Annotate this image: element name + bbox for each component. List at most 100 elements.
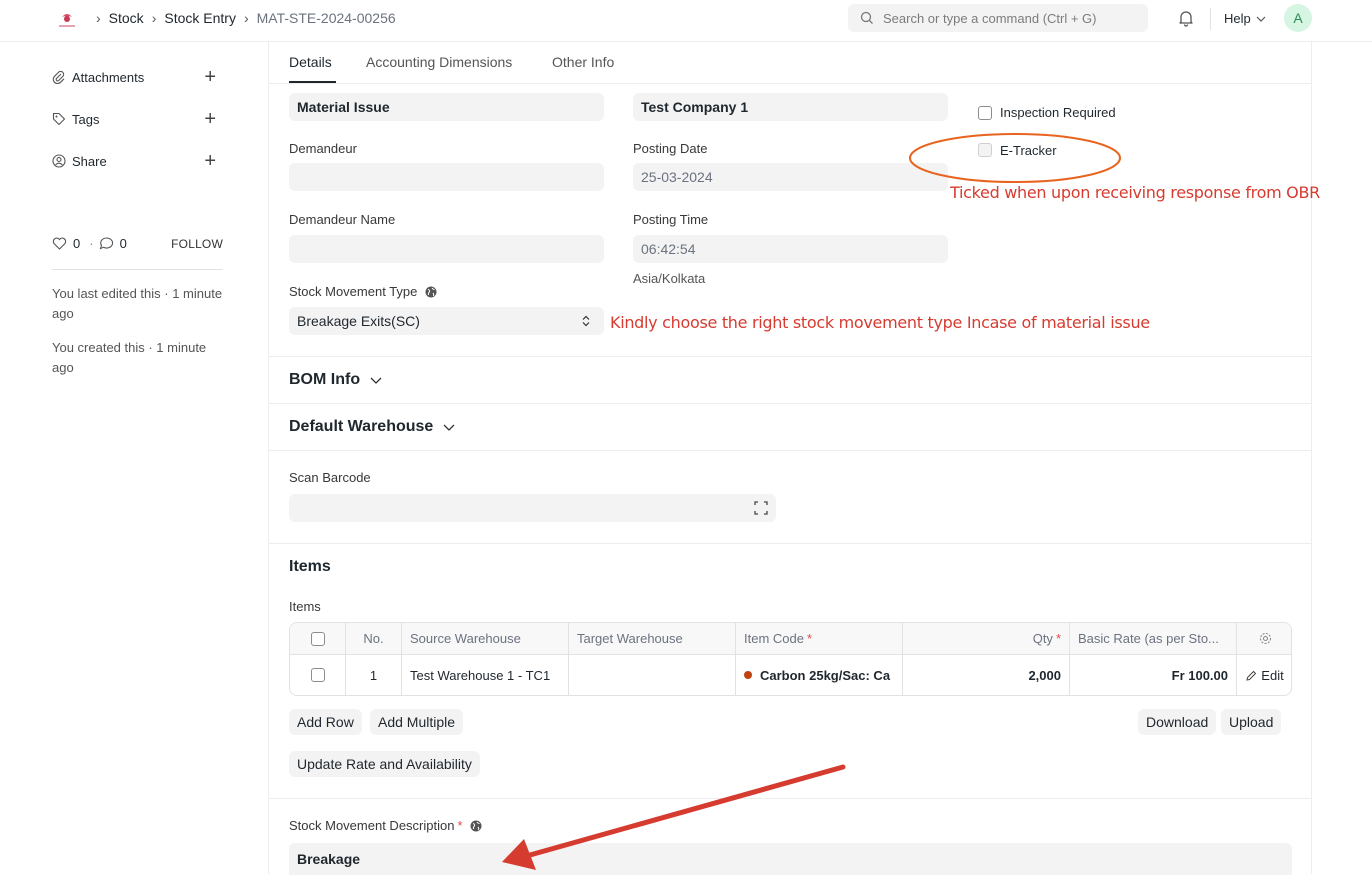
timezone-label: Asia/Kolkata [633, 271, 706, 286]
table-header: No. Source Warehouse Target Warehouse It… [290, 623, 1291, 655]
row-source-warehouse[interactable]: Test Warehouse 1 - TC1 [402, 655, 569, 695]
chevron-down-icon [443, 424, 455, 431]
section-divider [269, 356, 1312, 357]
row-item-code[interactable]: Carbon 25kg/Sac: Ca [736, 655, 903, 695]
search-icon [860, 11, 873, 24]
comment-button[interactable]: 0 [99, 236, 127, 251]
column-header-no: No. [346, 623, 402, 654]
form-sidebar: Attachments + Tags + Share + [52, 56, 224, 182]
stock-movement-type-label: Stock Movement Type [289, 284, 437, 299]
pencil-icon [1246, 670, 1257, 681]
update-rate-button[interactable]: Update Rate and Availability [289, 751, 480, 777]
items-table-label: Items [289, 599, 321, 614]
chevron-right-icon: › [243, 10, 249, 26]
help-dropdown[interactable]: Help [1224, 11, 1266, 26]
download-button[interactable]: Download [1138, 709, 1217, 735]
inspection-required-label: Inspection Required [1000, 105, 1116, 120]
column-header-source-warehouse: Source Warehouse [402, 623, 569, 654]
add-multiple-button[interactable]: Add Multiple [370, 709, 464, 735]
row-edit-button[interactable]: Edit [1237, 655, 1291, 695]
stock-movement-description-label: Stock Movement Description * [289, 818, 482, 833]
column-header-qty-text: Qty [1032, 631, 1053, 646]
search-input[interactable]: Search or type a command (Ctrl + G) [848, 4, 1148, 32]
tab-accounting-dimensions[interactable]: Accounting Dimensions [366, 54, 512, 70]
gear-icon[interactable] [1259, 632, 1272, 645]
sidebar-item-share[interactable]: Share + [52, 140, 224, 182]
like-button[interactable]: 0 [52, 236, 80, 251]
purpose-field[interactable]: Material Issue [289, 93, 604, 121]
posting-date-label: Posting Date [633, 141, 708, 156]
breadcrumb-current: MAT-STE-2024-00256 [256, 10, 396, 26]
chevron-down-icon [370, 377, 382, 384]
row-target-warehouse[interactable] [569, 655, 736, 695]
form-main: Details Accounting Dimensions Other Info… [268, 42, 1312, 875]
stock-movement-type-value: Breakage Exits(SC) [297, 313, 420, 329]
row-basic-rate[interactable]: Fr 100.00 [1070, 655, 1237, 695]
row-no: 1 [346, 655, 402, 695]
like-count: 0 [73, 236, 81, 251]
stock-movement-description-label-text: Stock Movement Description [289, 818, 455, 833]
app-logo[interactable] [56, 9, 78, 31]
paperclip-icon [52, 70, 65, 84]
row-qty[interactable]: 2,000 [903, 655, 1070, 695]
scan-icon[interactable] [754, 501, 768, 515]
plus-icon[interactable]: + [204, 67, 216, 87]
company-field[interactable]: Test Company 1 [633, 93, 948, 121]
column-header-qty: Qty * [903, 623, 1070, 654]
activity-last-edited: You last edited this · 1 minute ago [52, 286, 223, 321]
bom-info-section-header[interactable]: BOM Info [289, 371, 382, 389]
sidebar-item-label: Share [72, 153, 107, 169]
section-divider [269, 403, 1312, 404]
posting-time-field[interactable]: 06:42:54 [633, 235, 948, 263]
tab-details[interactable]: Details [289, 54, 332, 70]
navbar-divider [1210, 8, 1211, 30]
chevron-down-icon [1256, 16, 1266, 22]
section-divider [269, 450, 1312, 451]
column-settings-cell [1237, 623, 1291, 654]
column-header-basic-rate: Basic Rate (as per Sto... [1070, 623, 1237, 654]
upload-button[interactable]: Upload [1221, 709, 1282, 735]
select-all-checkbox[interactable] [310, 631, 325, 646]
column-header-item-code-text: Item Code [744, 631, 804, 646]
e-tracker-label: E-Tracker [1000, 143, 1057, 158]
e-tracker-checkbox [978, 143, 992, 157]
sidebar-item-attachments[interactable]: Attachments + [52, 56, 224, 98]
posting-date-field[interactable]: 25-03-2024 [633, 163, 948, 191]
navbar: › Stock › Stock Entry › MAT-STE-2024-002… [0, 0, 1372, 42]
globe-icon [470, 820, 482, 832]
breadcrumb-stock-entry[interactable]: Stock Entry [164, 10, 236, 26]
stock-movement-type-select[interactable]: Breakage Exits(SC) [289, 307, 604, 335]
bell-icon[interactable] [1178, 10, 1194, 32]
select-arrows-icon [582, 315, 590, 327]
sidebar-item-tags[interactable]: Tags + [52, 98, 224, 140]
column-header-target-warehouse: Target Warehouse [569, 623, 736, 654]
activity-created: You created this · 1 minute ago [52, 340, 207, 375]
items-section-title: Items [289, 558, 331, 575]
scan-barcode-field[interactable] [289, 494, 776, 522]
avatar[interactable]: A [1284, 4, 1312, 32]
heart-icon [52, 237, 67, 250]
select-all-cell [290, 623, 346, 654]
items-table: No. Source Warehouse Target Warehouse It… [289, 622, 1292, 696]
demandeur-name-field[interactable] [289, 235, 604, 263]
default-warehouse-section-header[interactable]: Default Warehouse [289, 418, 455, 436]
row-checkbox[interactable] [310, 668, 325, 682]
add-row-button[interactable]: Add Row [289, 709, 362, 735]
table-row[interactable]: 1 Test Warehouse 1 - TC1 Carbon 25kg/Sac… [290, 655, 1291, 695]
inspection-required-checkbox[interactable] [978, 106, 992, 120]
form-tabs: Details Accounting Dimensions Other Info [269, 42, 1312, 84]
breadcrumb-stock[interactable]: Stock [109, 10, 144, 26]
comment-count: 0 [119, 236, 127, 251]
stock-movement-description-field[interactable]: Breakage [289, 843, 1292, 875]
chevron-right-icon: › [96, 10, 101, 26]
demandeur-field[interactable] [289, 163, 604, 191]
row-edit-label: Edit [1261, 667, 1284, 683]
sidebar-item-label: Attachments [72, 69, 145, 85]
tag-icon [52, 112, 66, 126]
column-header-item-code: Item Code * [736, 623, 903, 654]
tab-other-info[interactable]: Other Info [552, 54, 614, 70]
plus-icon[interactable]: + [204, 151, 216, 171]
follow-button[interactable]: FOLLOW [171, 237, 223, 251]
plus-icon[interactable]: + [204, 109, 216, 129]
status-dot [744, 671, 752, 679]
